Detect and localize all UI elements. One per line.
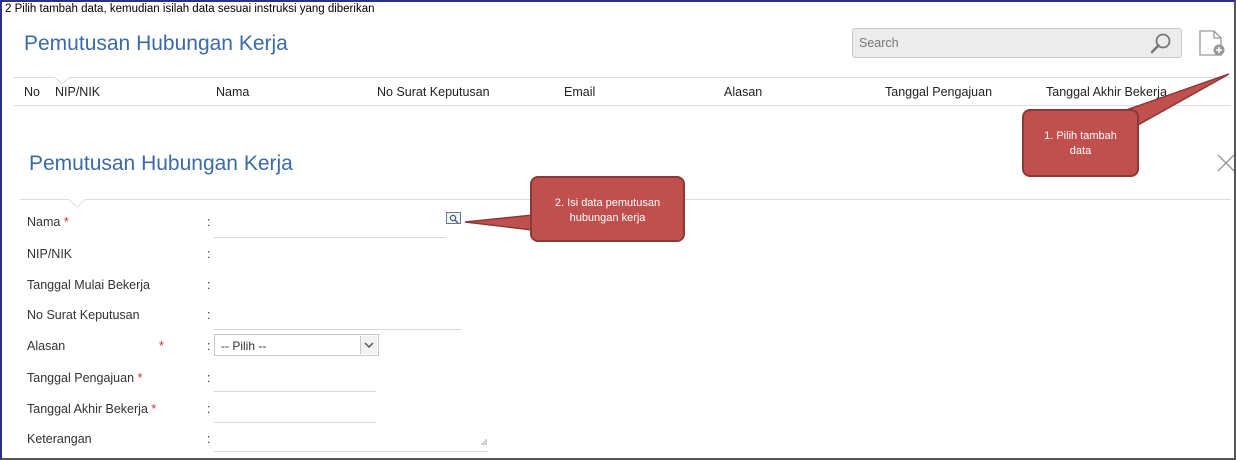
callout-add-line2: data (1069, 145, 1092, 157)
callout-add-line1: 1. Pilih tambah (1044, 130, 1117, 142)
callout-fill-line2: hubungan kerja (569, 212, 646, 224)
callout-fill-line1: 2. Isi data pemutusan (554, 197, 661, 209)
callout-add-data: 1. Pilih tambah data (1022, 109, 1139, 177)
screenshot-frame: 2 Pilih tambah data, kemudian isilah dat… (0, 0, 1236, 460)
callout-fill-data: 2. Isi data pemutusan hubungan kerja (530, 176, 685, 242)
